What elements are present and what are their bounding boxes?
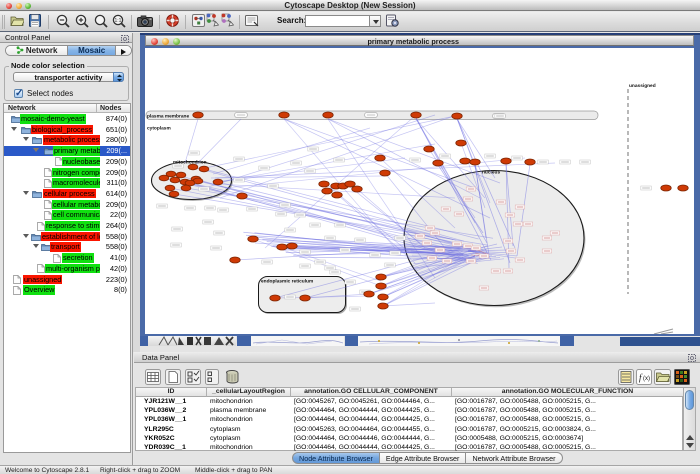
svg-text:cytoplasm: cytoplasm xyxy=(147,125,171,131)
svg-text:plasma membrane: plasma membrane xyxy=(147,113,189,119)
svg-text:endoplasmic reticulum: endoplasmic reticulum xyxy=(261,278,313,284)
svg-text:unassigned: unassigned xyxy=(629,83,656,89)
svg-text:(x): (x) xyxy=(643,376,650,382)
svg-text:1:1: 1:1 xyxy=(115,18,122,24)
